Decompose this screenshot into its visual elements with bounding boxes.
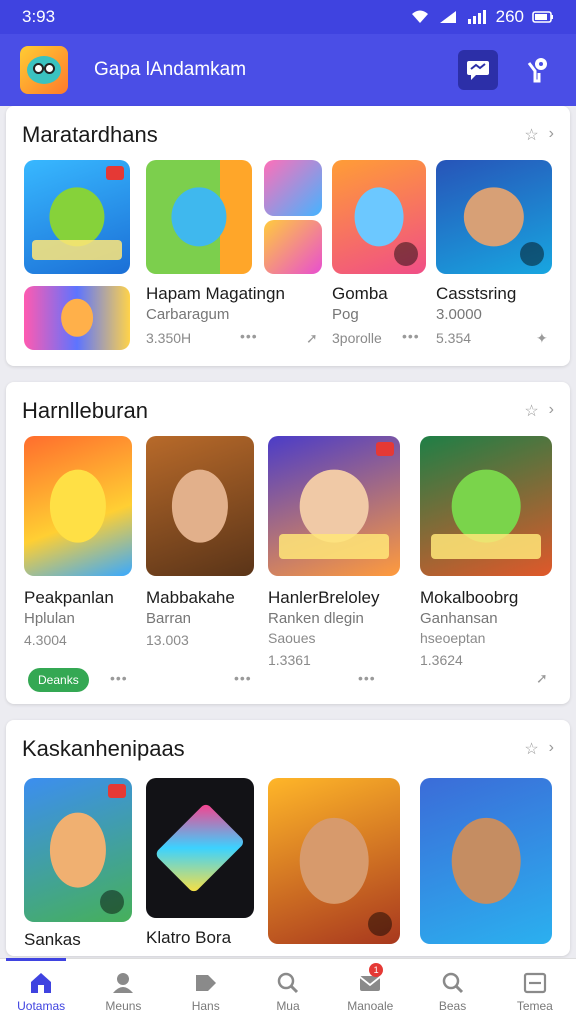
game-name: Sankas [24,930,81,949]
app-logo[interactable] [20,46,68,94]
search-icon [277,972,299,993]
star-icon[interactable]: ☆ [524,125,538,145]
game-tile[interactable] [24,778,132,922]
game-tile[interactable] [24,436,132,576]
game-tile[interactable] [146,160,252,274]
game-subtitle: Hplulan [24,610,75,627]
signal-bars-icon [467,10,486,24]
game-name: Casstsring [436,284,517,303]
person-icon [113,972,134,993]
game-name: HanlerBreloley [268,588,380,607]
chat-icon [467,61,489,80]
section-title: Kaskanhenipaas [22,736,185,761]
pin-icon[interactable]: ➚ [536,670,548,687]
game-meta: 5.354 [436,330,472,346]
status-icons: 260 [410,7,554,27]
nav-item-tags[interactable]: Hans [165,959,247,1024]
pin-icon[interactable]: ➚ [306,330,318,347]
chat-button[interactable] [458,50,498,90]
bottom-navigation: Uotamas Meuns Hans Mua 1 Manoale Beas Te… [0,958,576,1024]
app-bar: Gapa lAndamkam [0,34,576,106]
more-dots-icon[interactable]: ••• [240,328,258,344]
active-tab-indicator [6,958,66,961]
section-card-2: Harnlleburan ☆ › Peakpanlan Hplulan 4.300… [6,382,570,704]
star-icon[interactable]: ☆ [524,401,538,421]
game-subtitle: Barran [146,610,192,627]
game-name: Gomba [332,284,388,303]
game-meta: 13.003 [146,632,189,648]
nav-label: Hans [191,998,220,1013]
game-tile[interactable] [146,436,254,576]
notifications-button[interactable] [516,50,556,90]
game-tile[interactable] [436,160,552,274]
status-bar: 3:93 260 [0,0,576,34]
nav-label: Meuns [105,998,142,1013]
status-time: 3:93 [22,7,56,26]
game-name: Mabbakahe [146,588,235,607]
game-subtitle: Ganhansan [420,610,498,627]
pin-icon[interactable]: ✦ [536,330,548,347]
game-meta: 3.350H [146,330,192,346]
search-icon [442,972,463,993]
game-meta: 4.3004 [24,632,67,648]
install-pill-button[interactable]: Deanks [28,668,89,692]
game-tile[interactable] [420,436,552,576]
game-meta: Saoues [268,630,316,646]
nav-label: Mua [276,998,300,1013]
game-name: Mokalboobrg [420,588,519,607]
list-icon [523,972,546,993]
game-tile[interactable] [24,160,130,274]
star-icon[interactable]: ☆ [524,739,538,759]
game-subtitle: Ranken dlegin [268,610,364,627]
nav-label: Manoale [347,998,394,1013]
chevron-right-icon[interactable]: › [549,739,554,759]
nav-label: Temea [516,998,553,1013]
game-tile[interactable] [264,160,322,216]
more-dots-icon[interactable]: ••• [110,670,128,686]
game-tile[interactable] [268,778,400,944]
game-tile[interactable] [420,778,552,944]
more-dots-icon[interactable]: ••• [358,670,376,686]
app-title: Gapa lAndamkam [94,59,247,80]
game-meta: 1.3361 [268,652,311,668]
nav-item-home[interactable]: Uotamas [0,958,82,1024]
game-subtitle: 3.0000 [436,306,482,323]
nav-item-search[interactable]: Mua [247,959,329,1024]
game-subtitle: Pog [332,306,359,323]
section-title: Harnlleburan [22,398,148,423]
game-name: Hapam Magatingn [146,284,285,303]
more-dots-icon[interactable]: ••• [402,328,420,344]
battery-level: 260 [495,7,524,26]
nav-item-people[interactable]: Meuns [82,959,164,1024]
section-card-3: Kaskanhenipaas ☆ › Sankas Klatro Bora [6,720,570,956]
nav-item-browse[interactable]: Beas [411,959,493,1024]
nav-label: Beas [438,998,467,1013]
more-dots-icon[interactable]: ••• [234,670,252,686]
game-tile[interactable] [264,220,322,274]
game-tile[interactable] [332,160,426,274]
game-meta: 1.3624 [420,652,463,668]
tag-icon [195,974,216,991]
game-meta: hseoeptan [420,630,486,646]
game-name: Peakpanlan [24,588,114,607]
game-meta: 3porolle [332,330,382,346]
nav-item-messages[interactable]: 1 Manoale [329,959,411,1024]
nav-item-menu[interactable]: Temea [494,959,576,1024]
key-notification-icon [527,58,547,83]
home-icon [31,972,52,993]
chevron-right-icon[interactable]: › [549,401,554,421]
signal-icon [439,11,456,23]
game-tile[interactable] [24,286,130,350]
wifi-icon [411,10,428,23]
game-name: Klatro Bora [146,928,232,947]
game-tile[interactable] [146,778,254,918]
chevron-right-icon[interactable]: › [549,125,554,145]
game-subtitle: Carbaragum [146,306,230,323]
section-title: Maratardhans [22,122,158,147]
section-card-1: Maratardhans ☆ › Hapam Magatingn Carbarag… [6,106,570,366]
nav-label: Uotamas [17,998,66,1013]
game-tile[interactable] [268,436,400,576]
battery-icon [532,11,553,23]
